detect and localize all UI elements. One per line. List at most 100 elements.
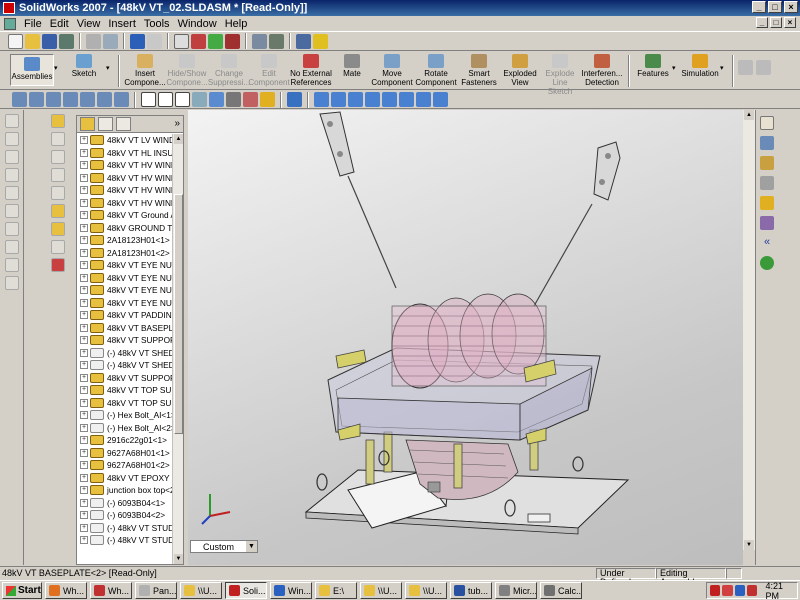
top-view-icon[interactable] — [382, 92, 397, 107]
assemblies-dropdown-arrow[interactable]: ▾ — [54, 52, 62, 72]
menu-file[interactable]: File — [20, 18, 46, 30]
sketch-dropdown-arrow[interactable]: ▾ — [106, 52, 114, 72]
expand-icon[interactable]: + — [80, 461, 88, 470]
tree-item[interactable]: +48kV VT Ground As — [77, 209, 173, 222]
menu-tools[interactable]: Tools — [140, 18, 174, 30]
cmd-mate[interactable]: Mate — [334, 52, 370, 78]
wireframe-icon[interactable] — [141, 92, 156, 107]
cmd-hide-show[interactable]: Hide/Show Compone... — [166, 52, 208, 87]
taskbar-button[interactable]: Soli... — [225, 582, 267, 599]
taskbar-button[interactable]: E:\ — [315, 582, 357, 599]
feature-tree-tab[interactable] — [80, 117, 95, 131]
right-view-icon[interactable] — [365, 92, 380, 107]
chevron-down-icon[interactable]: ▼ — [246, 541, 257, 552]
view-orientation-icon[interactable] — [114, 92, 129, 107]
expand-icon[interactable]: + — [80, 173, 88, 182]
expand-icon[interactable]: + — [80, 448, 88, 457]
expand-icon[interactable]: + — [80, 523, 88, 532]
realview-icon[interactable] — [260, 92, 275, 107]
tree-item[interactable]: +48kV VT PADDING< — [77, 309, 173, 322]
cmd-rotate-component[interactable]: Rotate Component — [414, 52, 458, 87]
tree-item[interactable]: +48kV VT EYE NUT< — [77, 297, 173, 310]
section-view-icon[interactable] — [243, 92, 258, 107]
configuration-manager-tab[interactable] — [116, 117, 131, 131]
taskbar-button[interactable]: Pan... — [135, 582, 177, 599]
zoom-area-icon[interactable] — [29, 92, 44, 107]
cmd-smart-fasteners[interactable]: Smart Fasteners — [458, 52, 500, 87]
cmd-change-suppression[interactable]: Change Suppressi... — [208, 52, 250, 87]
help-icon[interactable] — [313, 33, 328, 49]
search-icon[interactable] — [760, 176, 774, 190]
sketch-tool-icon[interactable] — [5, 222, 19, 236]
tree-item[interactable]: +48kV VT LV WINDI — [77, 134, 173, 147]
tree-item[interactable]: +48kV VT HV WINDI — [77, 172, 173, 185]
expand-icon[interactable]: + — [80, 348, 88, 357]
maximize-button[interactable]: □ — [768, 1, 782, 13]
taskbar-button[interactable]: tub... — [450, 582, 492, 599]
tree-item[interactable]: + (-) 48kV VT SHED L — [77, 347, 173, 360]
pan-icon[interactable] — [97, 92, 112, 107]
sketch-tool-icon[interactable] — [5, 150, 19, 164]
cmd-extra-icon[interactable] — [756, 60, 771, 75]
menu-edit[interactable]: Edit — [46, 18, 73, 30]
traffic-light-icon[interactable] — [208, 33, 223, 49]
cmd-interference-detection[interactable]: Interferen... Detection — [580, 52, 624, 87]
taskbar-button[interactable]: \\U... — [405, 582, 447, 599]
tree-item[interactable]: + (-) Hex Bolt_AI<1> — [77, 409, 173, 422]
left-view-icon[interactable] — [348, 92, 363, 107]
expand-icon[interactable]: + — [80, 236, 88, 245]
expand-icon[interactable]: + — [80, 186, 88, 195]
tree-item[interactable]: +48kV VT EYE NUT< — [77, 284, 173, 297]
expand-icon[interactable]: + — [80, 386, 88, 395]
expand-icon[interactable]: + — [80, 336, 88, 345]
scroll-up-icon[interactable]: ▲ — [174, 134, 183, 144]
assembly-tool-icon[interactable] — [51, 150, 65, 164]
cmd-sketch[interactable]: Sketch — [62, 52, 106, 78]
tree-item[interactable]: + (-) 48kV VT STUD T — [77, 534, 173, 547]
expand-icon[interactable]: + — [80, 473, 88, 482]
back-view-icon[interactable] — [331, 92, 346, 107]
open-icon[interactable] — [25, 33, 40, 49]
save-all-icon[interactable] — [59, 33, 74, 49]
menu-help[interactable]: Help — [221, 18, 252, 30]
minimize-button[interactable]: _ — [752, 1, 766, 13]
simulation-dropdown-arrow[interactable]: ▾ — [720, 52, 728, 72]
tree-item[interactable]: +2916c22g01<1> — [77, 434, 173, 447]
assembly-tool-icon[interactable] — [51, 240, 65, 254]
new-icon[interactable] — [8, 33, 23, 49]
tree-item[interactable]: +48kV VT EYE NUT< — [77, 259, 173, 272]
tree-item[interactable]: + junction box top<2 — [77, 484, 173, 497]
perspective-icon[interactable] — [287, 92, 302, 107]
assembly-model[interactable] — [188, 110, 743, 565]
document-icon[interactable] — [4, 17, 16, 30]
rotate-view-icon[interactable] — [80, 92, 95, 107]
tray-network-icon[interactable] — [734, 585, 746, 596]
tree-item[interactable]: + (-) Hex Bolt_AI<2> — [77, 422, 173, 435]
tree-item[interactable]: +9627A68H01<2> — [77, 459, 173, 472]
tree-item[interactable]: +48kV VT HV WINDI — [77, 184, 173, 197]
assembly-tool-icon[interactable] — [51, 204, 65, 218]
sketch-tool-icon[interactable] — [5, 276, 19, 290]
tree-item[interactable]: + (-) 48kV VT SHED L — [77, 359, 173, 372]
menu-view[interactable]: View — [73, 18, 105, 30]
tree-item[interactable]: +48kV VT TOP SUPP( — [77, 384, 173, 397]
sketch-tool-icon[interactable] — [5, 186, 19, 200]
assembly-tool-icon[interactable] — [51, 222, 65, 236]
expand-icon[interactable]: + — [80, 436, 88, 445]
clock[interactable]: 4:21 PM — [765, 581, 797, 600]
assembly-tool-icon[interactable] — [51, 114, 65, 128]
expand-icon[interactable]: + — [80, 486, 88, 495]
expand-icon[interactable]: + — [80, 423, 88, 432]
expand-icon[interactable]: + — [80, 361, 88, 370]
expand-icon[interactable]: + — [80, 261, 88, 270]
taskbar-button[interactable]: \\U... — [180, 582, 222, 599]
scroll-up-icon[interactable]: ▲ — [744, 110, 754, 120]
cmd-edit-component[interactable]: Edit Component — [248, 52, 290, 87]
tree-scrollbar[interactable]: ▲ ▼ — [172, 134, 183, 564]
cmd-move-component[interactable]: Move Component — [370, 52, 414, 87]
scroll-down-icon[interactable]: ▼ — [744, 540, 754, 550]
shadows-icon[interactable] — [226, 92, 241, 107]
property-manager-tab[interactable] — [98, 117, 113, 131]
expand-icon[interactable]: + — [80, 398, 88, 407]
taskbar-button[interactable]: Calc... — [540, 582, 582, 599]
